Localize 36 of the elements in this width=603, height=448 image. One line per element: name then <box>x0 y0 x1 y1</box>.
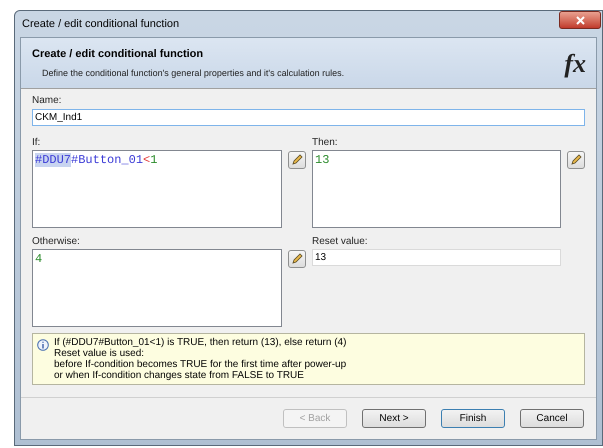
code-token: #Button_01 <box>71 153 144 167</box>
code-editor[interactable]: 13 <box>312 150 561 228</box>
code-token: 1 <box>150 153 158 167</box>
header-subtitle: Define the conditional function's general properties and it's calculation rules. <box>41 66 344 80</box>
code-token: #DDU7 <box>35 153 72 167</box>
info-text: Reset value is used: <box>54 348 146 359</box>
field-label: Then: <box>312 136 339 150</box>
window-title: Create / edit conditional function <box>21 16 180 32</box>
info-icon <box>37 339 49 351</box>
info-text: before If-condition becomes TRUE for the first time after power-up <box>54 359 346 370</box>
pencil-icon <box>291 253 303 265</box>
dialog-button[interactable]: Cancel <box>520 409 584 428</box>
close-button[interactable] <box>559 11 601 29</box>
edit-button[interactable] <box>567 151 585 169</box>
edit-button[interactable] <box>288 151 306 169</box>
field-label: Name: <box>32 94 62 108</box>
header-title: Create / edit conditional function <box>32 47 204 62</box>
code-editor[interactable]: 4 <box>32 249 282 327</box>
reset-value-field[interactable]: 13 <box>312 249 561 266</box>
info-text: If (#DDU7#Button_01<1) is TRUE, then return (13), else return (4) <box>54 337 346 348</box>
close-icon <box>576 16 584 24</box>
info-text: or when If-condition changes state from FALSE to TRUE <box>54 370 305 381</box>
code-token: < <box>143 153 150 167</box>
code-editor[interactable]: #DDU7#Button_01<1 <box>32 150 282 228</box>
pencil-icon <box>291 154 303 166</box>
pencil-icon <box>570 154 582 166</box>
dialog-button[interactable]: Next > <box>362 409 426 428</box>
field-label: If: <box>32 136 42 150</box>
field-label: Reset value: <box>312 235 369 249</box>
code-token: 4 <box>35 252 42 266</box>
code-token: 13 <box>315 153 330 167</box>
function-logo: fx <box>564 48 586 80</box>
field-label: Otherwise: <box>32 235 81 249</box>
name-field[interactable]: CKM_Ind1 <box>32 109 585 126</box>
edit-button[interactable] <box>288 250 306 268</box>
dialog-button[interactable]: Finish <box>441 409 505 428</box>
